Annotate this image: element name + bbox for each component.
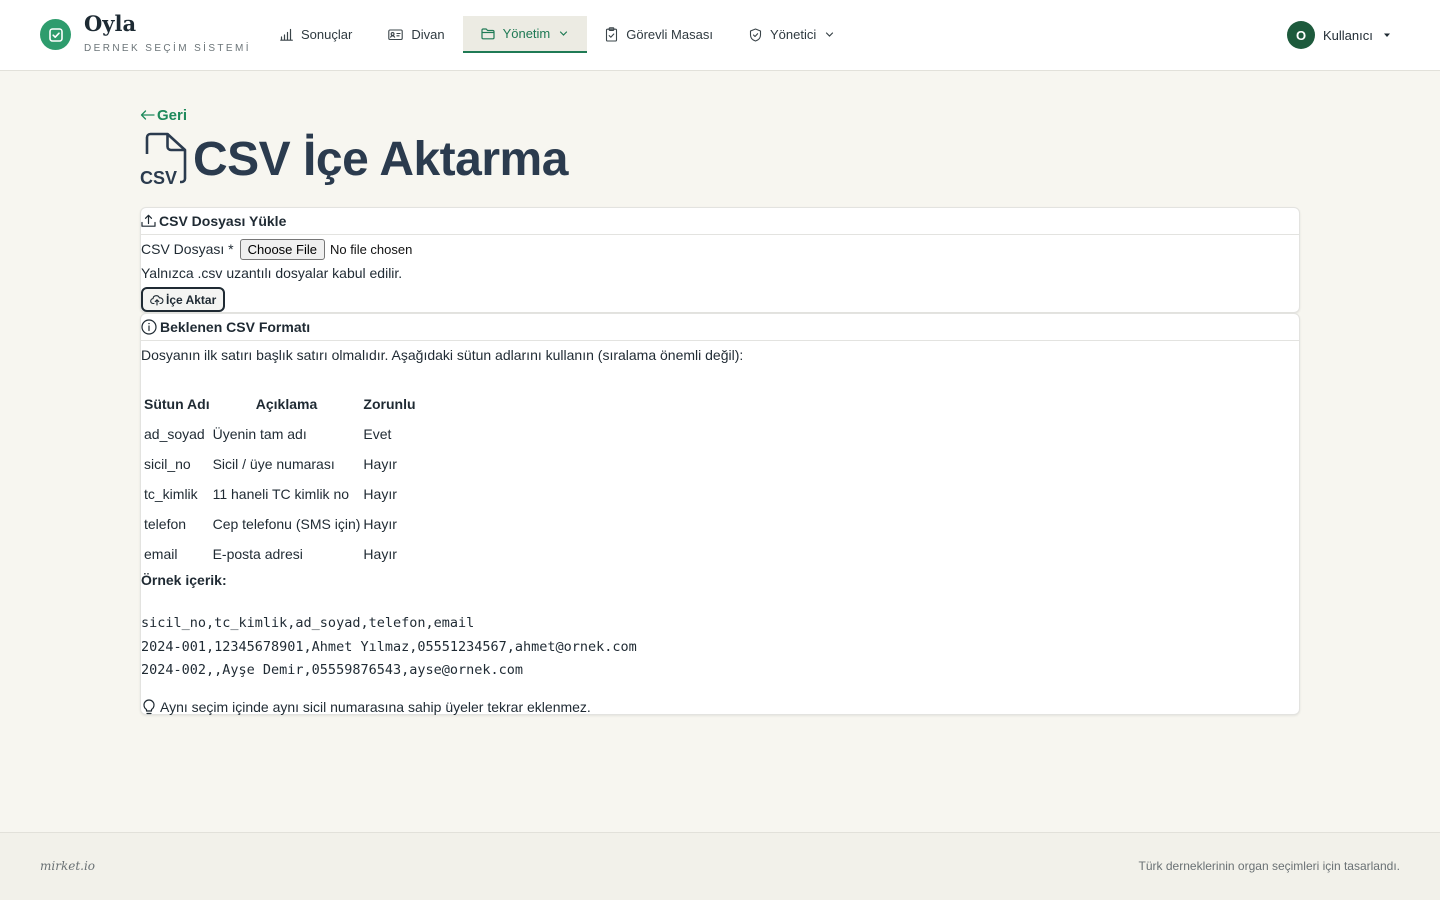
- folder-icon: [480, 28, 495, 40]
- tip-text: Aynı seçim içinde aynı sicil numarasına …: [160, 698, 591, 715]
- arrow-left-icon: [140, 110, 155, 120]
- table-cell: Hayır: [363, 456, 397, 472]
- nav-admin[interactable]: Yönetici: [731, 16, 853, 53]
- nav-admin-label: Yönetici: [769, 27, 817, 42]
- brand-subtitle: DERNEK SEÇİM SİSTEMİ: [84, 43, 251, 54]
- table-row: email E-posta adresi Hayır: [144, 540, 416, 568]
- table-row: telefon Cep telefonu (SMS için) Hayır: [144, 510, 416, 538]
- table-row: tc_kimlik 11 haneli TC kimlik no Hayır: [144, 480, 416, 508]
- csv-file-icon-label: CSV: [140, 168, 177, 186]
- format-intro: Dosyanın ilk satırı başlık satırı olmalı…: [141, 347, 744, 363]
- tip: Aynı seçim içinde aynı sicil numarasına …: [141, 697, 1299, 717]
- table-cell: Hayır: [363, 516, 397, 532]
- info-icon: [141, 319, 157, 335]
- code-line: 2024-001,12345678901,Ahmet Yılmaz,055512…: [141, 638, 637, 655]
- code-line: sicil_no,tc_kimlik,ad_soyad,telefon,emai…: [141, 615, 475, 631]
- upload-card-header: CSV Dosyası Yükle: [141, 208, 1299, 235]
- back-link[interactable]: Geri: [140, 104, 1300, 126]
- table-cell: ad_soyad: [144, 426, 205, 442]
- table-cell: E-posta adresi: [212, 546, 303, 562]
- code-line: 2024-002,,Ayşe Demir,05559876543,ayse@or…: [141, 662, 524, 678]
- brand[interactable]: Oyla DERNEK SEÇİM SİSTEMİ: [40, 12, 251, 54]
- chevron-down-icon: [826, 32, 834, 37]
- format-card-title: Beklenen CSV Formatı: [160, 319, 311, 335]
- shield-check-icon: [749, 27, 762, 42]
- nav-management[interactable]: Yönetim: [462, 16, 588, 53]
- choose-file-button[interactable]: Choose File: [239, 238, 325, 260]
- cloud-upload-icon: [150, 294, 164, 306]
- main-content: Geri CSV CSV İçe Aktarma CSV Dosyası Yük…: [140, 104, 1300, 715]
- file-field-label: CSV Dosyası *: [141, 241, 234, 257]
- format-card-header: Beklenen CSV Formatı: [141, 314, 1299, 341]
- table-cell: Cep telefonu (SMS için): [212, 516, 361, 532]
- top-navbar: Oyla DERNEK SEÇİM SİSTEMİ Sonuçlar Divan…: [0, 0, 1440, 71]
- file-hint: Yalnızca .csv uzantılı dosyalar kabul ed…: [141, 265, 403, 281]
- file-status: No file chosen: [329, 241, 413, 257]
- lightbulb-icon: [143, 699, 155, 715]
- table-cell: Evet: [363, 426, 392, 442]
- user-name: Kullanıcı: [1323, 27, 1373, 43]
- table-cell: Hayır: [363, 486, 397, 502]
- table-cell: Hayır: [363, 546, 397, 562]
- file-field: CSV Dosyası * Choose File No file chosen: [141, 237, 1299, 261]
- column-header: Sütun Adı: [144, 396, 210, 412]
- avatar: O: [1287, 21, 1315, 49]
- nav-duty-desk[interactable]: Görevli Masası: [587, 16, 731, 53]
- page-header: CSV CSV İçe Aktarma: [140, 131, 1300, 187]
- check-square-icon: [40, 19, 71, 50]
- upload-icon: [141, 214, 156, 227]
- table-cell: Üyenin tam adı: [212, 426, 307, 442]
- nav-results-label: Sonuçlar: [301, 27, 353, 42]
- chevron-down-icon: [1383, 33, 1390, 37]
- user-menu[interactable]: O Kullanıcı: [1287, 21, 1393, 49]
- column-header: Zorunlu: [363, 396, 416, 412]
- nav-management-label: Yönetim: [502, 26, 551, 41]
- table-cell: Sicil / üye numarası: [212, 456, 335, 472]
- footer: mirket.io Türk derneklerinin organ seçim…: [0, 832, 1440, 900]
- table-row: ad_soyad Üyenin tam adı Evet: [144, 420, 416, 448]
- table-row: sicil_no Sicil / üye numarası Hayır: [144, 450, 416, 478]
- id-card-icon: [388, 29, 404, 41]
- main-nav: Sonuçlar Divan Yönetim Görevli Masası Yö…: [262, 16, 853, 53]
- nav-board-label: Divan: [411, 27, 445, 42]
- chevron-down-icon: [560, 31, 568, 36]
- table-cell: sicil_no: [144, 456, 191, 472]
- column-header: Açıklama: [255, 396, 318, 412]
- bar-chart-icon: [280, 28, 293, 41]
- nav-duty-desk-label: Görevli Masası: [626, 27, 713, 42]
- table-cell: 11 haneli TC kimlik no: [212, 486, 350, 502]
- page-title: CSV İçe Aktarma: [193, 132, 568, 186]
- sample-label: Örnek içerik:: [141, 572, 227, 588]
- columns-table: Sütun Adı Açıklama Zorunlu ad_soyad Üyen…: [141, 388, 419, 570]
- import-button[interactable]: İçe Aktar: [141, 287, 226, 312]
- format-card: Beklenen CSV Formatı Dosyanın ilk satırı…: [140, 313, 1300, 715]
- sample-code-block: sicil_no,tc_kimlik,ad_soyad,telefon,emai…: [141, 612, 1299, 683]
- table-cell: tc_kimlik: [144, 486, 198, 502]
- back-link-label: Geri: [157, 106, 188, 124]
- clipboard-check-icon: [606, 27, 618, 42]
- nav-results[interactable]: Sonuçlar: [262, 16, 370, 53]
- csv-file-icon: CSV: [140, 132, 187, 186]
- upload-card: CSV Dosyası Yükle CSV Dosyası * Choose F…: [140, 207, 1300, 313]
- footer-brand[interactable]: mirket.io: [40, 859, 95, 873]
- table-cell: email: [144, 546, 178, 562]
- import-button-label: İçe Aktar: [166, 292, 217, 307]
- table-cell: telefon: [144, 516, 187, 532]
- nav-board[interactable]: Divan: [370, 16, 462, 53]
- table-header-row: Sütun Adı Açıklama Zorunlu: [144, 390, 416, 418]
- upload-card-title: CSV Dosyası Yükle: [159, 213, 287, 229]
- footer-tagline: Türk derneklerinin organ seçimleri için …: [1138, 859, 1400, 873]
- brand-name: Oyla: [84, 11, 137, 36]
